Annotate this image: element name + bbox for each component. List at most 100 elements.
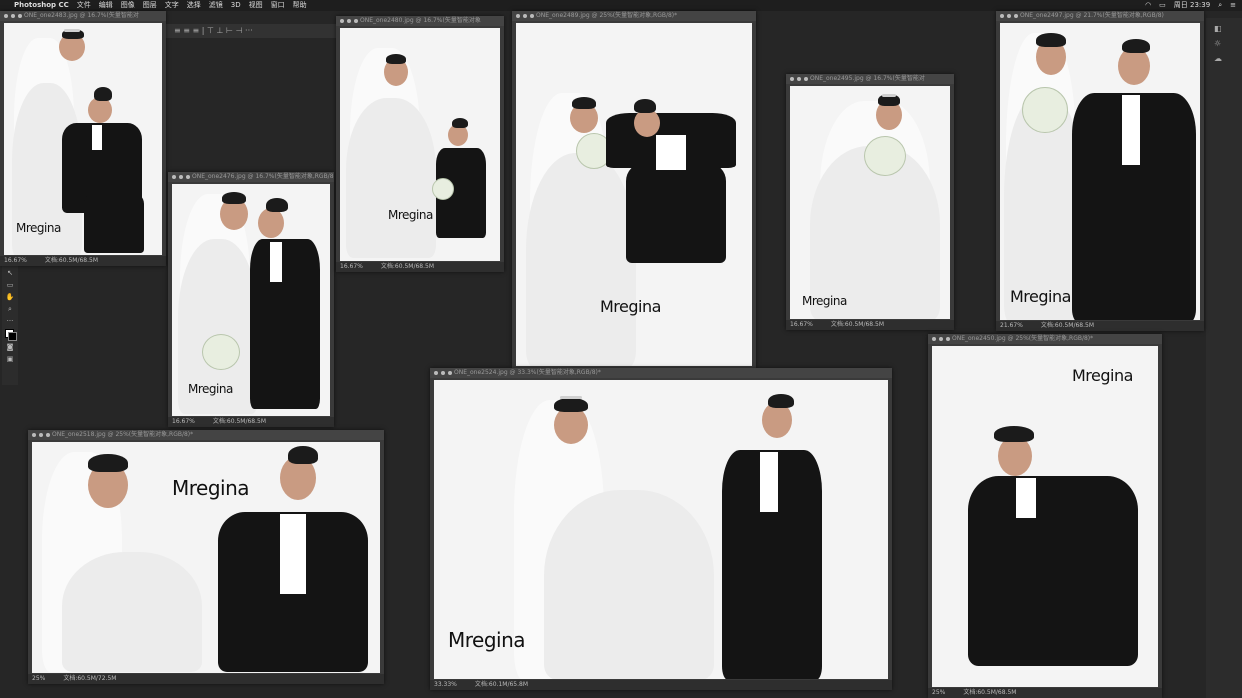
doc-size[interactable]: 文档:60.5M/68.5M <box>45 257 98 264</box>
window-title: ONE_one2495.jpg @ 16.7%(矢量智能对 <box>810 75 925 82</box>
menu-item-select[interactable]: 选择 <box>187 0 201 11</box>
menu-item-view[interactable]: 视图 <box>249 0 263 11</box>
photo-canvas: Mregina <box>4 23 162 255</box>
zoom-level[interactable]: 25% <box>32 675 45 682</box>
document-window-one2476[interactable]: ONE_one2476.jpg @ 16.7%(矢量智能对象,RGB/8) Mr… <box>168 172 334 427</box>
window-controls[interactable] <box>790 77 808 81</box>
menu-item-filter[interactable]: 滤镜 <box>209 0 223 11</box>
move-tool-icon[interactable]: ↖ <box>5 269 15 277</box>
status-bar: 25% 文档:60.5M/72.5M <box>28 674 384 684</box>
menu-item-image[interactable]: 图像 <box>121 0 135 11</box>
doc-size[interactable]: 文档:60.1M/65.8M <box>475 681 528 688</box>
mregina-logo: Mregina <box>16 221 61 235</box>
document-window-one2497[interactable]: ONE_one2497.jpg @ 21.7%(矢量智能对象,RGB/8) Mr… <box>996 11 1204 331</box>
window-controls[interactable] <box>932 337 950 341</box>
battery-icon[interactable]: ▭ <box>1159 0 1166 11</box>
status-bar: 16.67% 文档:60.5M/68.5M <box>786 320 954 330</box>
more-tools-icon[interactable]: ··· <box>5 317 15 325</box>
zoom-level[interactable]: 16.67% <box>340 263 363 270</box>
document-window-one2518[interactable]: ONE_one2518.jpg @ 25%(矢量智能对象,RGB/8)* Mre… <box>28 430 384 684</box>
window-controls[interactable] <box>340 19 358 23</box>
search-icon[interactable]: ⌕ <box>1218 0 1222 11</box>
status-bar: 21.67% 文档:60.5M/68.5M <box>996 321 1204 331</box>
right-panel-dock: ◧ ☼ ☁ <box>1206 18 1242 698</box>
window-title: ONE_one2489.jpg @ 25%(矢量智能对象,RGB/8)* <box>536 12 678 19</box>
window-title: ONE_one2476.jpg @ 16.7%(矢量智能对象,RGB/8) <box>192 173 334 180</box>
mregina-logo: Mregina <box>1010 287 1071 306</box>
document-window-one2483[interactable]: ONE_one2483.jpg @ 16.7%(矢量智能对 Mregina 16… <box>0 11 166 266</box>
doc-size[interactable]: 文档:60.5M/68.5M <box>1041 322 1094 329</box>
window-title: ONE_one2480.jpg @ 16.7%(矢量智能对象 <box>360 17 481 24</box>
window-controls[interactable] <box>32 433 50 437</box>
menu-item-type[interactable]: 文字 <box>165 0 179 11</box>
status-bar: 25% 文档:60.5M/68.5M <box>928 688 1162 698</box>
window-controls[interactable] <box>172 175 190 179</box>
document-window-one2495[interactable]: ONE_one2495.jpg @ 16.7%(矢量智能对 Mregina 16… <box>786 74 954 330</box>
zoom-level[interactable]: 16.67% <box>4 257 27 264</box>
window-title: ONE_one2524.jpg @ 33.3%(矢量智能对象,RGB/8)* <box>454 369 601 376</box>
options-bar: ≡ ≡ ≡ | ⊤ ⊥ ⊢ ⊣ ··· <box>166 24 336 38</box>
app-name[interactable]: Photoshop CC <box>14 0 69 11</box>
color-swatches[interactable] <box>5 329 17 341</box>
window-title: ONE_one2483.jpg @ 16.7%(矢量智能对 <box>24 12 139 19</box>
list-icon[interactable]: ≡ <box>1230 0 1236 11</box>
mregina-logo: Mregina <box>1072 366 1133 385</box>
marquee-tool-icon[interactable]: ▭ <box>5 281 15 289</box>
doc-size[interactable]: 文档:60.5M/68.5M <box>963 689 1016 696</box>
status-bar: 16.67% 文档:60.5M/68.5M <box>0 256 166 266</box>
menu-item-help[interactable]: 帮助 <box>293 0 307 11</box>
menu-item-layer[interactable]: 图层 <box>143 0 157 11</box>
document-window-one2524[interactable]: ONE_one2524.jpg @ 33.3%(矢量智能对象,RGB/8)* M… <box>430 368 892 690</box>
doc-size[interactable]: 文档:60.5M/72.5M <box>63 675 116 682</box>
mregina-logo: Mregina <box>448 628 526 652</box>
zoom-tool-icon[interactable]: ⌕ <box>5 305 15 313</box>
photo-canvas: Mregina <box>340 28 500 261</box>
menu-item-edit[interactable]: 编辑 <box>99 0 113 11</box>
menubar-clock[interactable]: 周日 23:39 <box>1174 0 1210 11</box>
doc-size[interactable]: 文档:60.5M/68.5M <box>831 321 884 328</box>
doc-size[interactable]: 文档:60.5M/68.5M <box>213 418 266 425</box>
status-bar: 33.33% 文档:60.1M/65.8M <box>430 680 892 690</box>
window-title: ONE_one2450.jpg @ 25%(矢量智能对象,RGB/8)* <box>952 335 1094 342</box>
window-title: ONE_one2497.jpg @ 21.7%(矢量智能对象,RGB/8) <box>1020 12 1164 19</box>
document-window-one2450[interactable]: ONE_one2450.jpg @ 25%(矢量智能对象,RGB/8)* Mre… <box>928 334 1162 698</box>
tools-panel: ↖ ▭ ✋ ⌕ ··· ◙ ▣ <box>2 265 18 385</box>
document-window-one2480[interactable]: ONE_one2480.jpg @ 16.7%(矢量智能对象 Mregina 1… <box>336 16 504 272</box>
zoom-level[interactable]: 16.67% <box>790 321 813 328</box>
mregina-logo: Mregina <box>172 476 250 500</box>
quick-mask-icon[interactable]: ◙ <box>5 343 15 351</box>
align-icons[interactable]: ≡ ≡ ≡ | ⊤ ⊥ ⊢ ⊣ ··· <box>174 26 253 35</box>
mregina-logo: Mregina <box>388 208 433 222</box>
screen-mode-icon[interactable]: ▣ <box>5 355 15 363</box>
photo-canvas: Mregina <box>790 86 950 319</box>
zoom-level[interactable]: 33.33% <box>434 681 457 688</box>
mregina-logo: Mregina <box>802 294 847 308</box>
zoom-level[interactable]: 25% <box>932 689 945 696</box>
photo-canvas: Mregina <box>172 184 330 416</box>
menu-item-file[interactable]: 文件 <box>77 0 91 11</box>
zoom-level[interactable]: 16.67% <box>172 418 195 425</box>
lightbulb-icon[interactable]: ☼ <box>1214 39 1234 48</box>
status-bar: 16.67% 文档:60.5M/68.5M <box>336 262 504 272</box>
zoom-level[interactable]: 21.67% <box>1000 322 1023 329</box>
document-window-one2489[interactable]: ONE_one2489.jpg @ 25%(矢量智能对象,RGB/8)* Mre… <box>512 11 756 368</box>
window-controls[interactable] <box>434 371 452 375</box>
window-controls[interactable] <box>1000 14 1018 18</box>
menu-item-window[interactable]: 窗口 <box>271 0 285 11</box>
hand-tool-icon[interactable]: ✋ <box>5 293 15 301</box>
mregina-logo: Mregina <box>600 297 661 316</box>
menu-bar: Photoshop CC 文件 编辑 图像 图层 文字 选择 滤镜 3D 视图 … <box>0 0 1242 11</box>
window-controls[interactable] <box>516 14 534 18</box>
doc-size[interactable]: 文档:60.5M/68.5M <box>381 263 434 270</box>
photo-canvas: Mregina <box>32 442 380 673</box>
panel-toggle-icon[interactable]: ◧ <box>1214 24 1234 33</box>
menu-item-3d[interactable]: 3D <box>231 0 241 11</box>
photo-canvas: Mregina <box>1000 23 1200 320</box>
cloud-icon[interactable]: ☁ <box>1214 54 1234 63</box>
window-controls[interactable] <box>4 14 22 18</box>
mregina-logo: Mregina <box>188 382 233 396</box>
wifi-icon[interactable]: ◠ <box>1145 0 1151 11</box>
status-bar: 16.67% 文档:60.5M/68.5M <box>168 417 334 427</box>
photo-canvas: Mregina <box>434 380 888 679</box>
window-title: ONE_one2518.jpg @ 25%(矢量智能对象,RGB/8)* <box>52 431 194 438</box>
